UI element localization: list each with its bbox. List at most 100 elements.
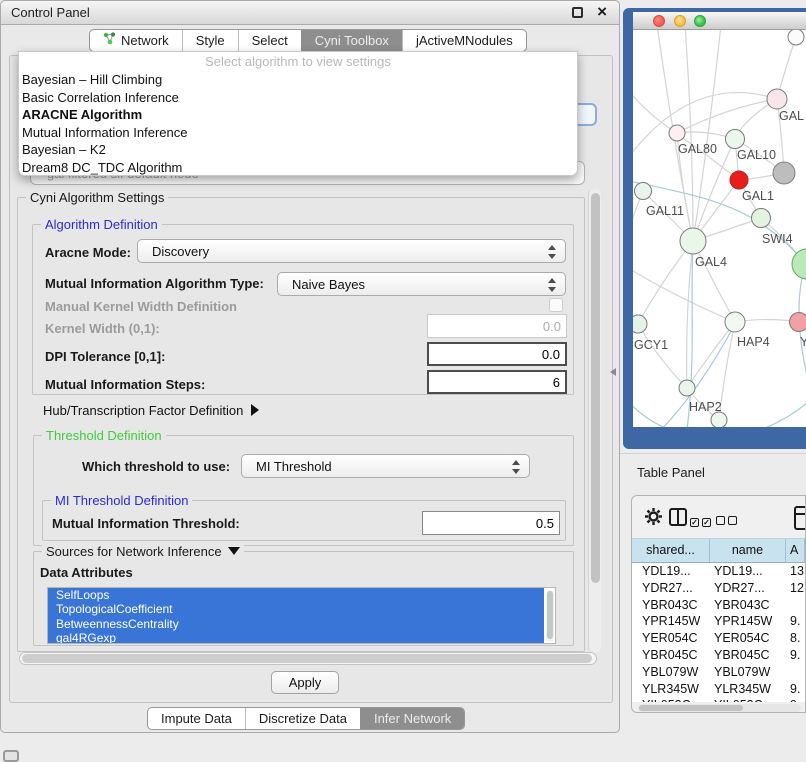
algorithm-option[interactable]: Bayesian – Hill Climbing (19, 71, 577, 89)
table-row[interactable]: YBL079WYBL079W (632, 664, 805, 681)
network-node[interactable] (792, 249, 806, 279)
data-attribute-item[interactable]: BetweennessCentrality (48, 617, 544, 631)
unselect-all-columns-icon[interactable] (716, 512, 737, 530)
apply-button[interactable]: Apply (271, 671, 339, 694)
network-node[interactable] (669, 125, 685, 141)
select-all-columns-icon[interactable]: ✓✓ (690, 512, 711, 530)
close-panel-icon[interactable]: × (597, 2, 607, 22)
settings-vertical-scrollbar[interactable] (588, 189, 601, 653)
sources-group: Sources for Network Inference Data Attri… (33, 551, 574, 646)
mi-threshold-field[interactable] (422, 511, 560, 535)
data-attributes-label: Data Attributes (40, 565, 133, 580)
network-edge[interactable] (685, 30, 693, 241)
network-node[interactable] (680, 228, 706, 254)
column-header-name[interactable]: name (710, 539, 786, 562)
table-row[interactable]: YDL19...YDL19...13 (632, 563, 805, 580)
network-edge[interactable] (638, 324, 687, 388)
table-row[interactable]: YDR27...YDR27...12 (632, 580, 805, 597)
algorithm-option[interactable]: Bayesian – K2 (19, 141, 577, 159)
algorithm-option[interactable]: Dream8 DC_TDC Algorithm (19, 159, 577, 177)
table-row[interactable]: YER054CYER054C8. (632, 630, 805, 647)
network-node[interactable] (730, 171, 748, 189)
table-cell: 9. (786, 613, 805, 630)
network-node[interactable] (773, 162, 795, 184)
mi-type-combo[interactable]: Naive Bayes (277, 272, 566, 296)
data-attribute-item[interactable]: gal4RGexp (48, 631, 544, 644)
algorithm-option[interactable]: Basic Correlation Inference (19, 89, 577, 107)
network-node[interactable] (726, 130, 745, 149)
network-edge[interactable] (633, 268, 735, 322)
panel-collapse-handle[interactable] (610, 368, 616, 376)
mi-steps-field[interactable] (427, 370, 567, 394)
algorithm-option[interactable]: Mutual Information Inference (19, 124, 577, 142)
dpi-tolerance-field[interactable] (427, 342, 567, 366)
network-node[interactable] (633, 315, 647, 333)
network-node[interactable] (752, 209, 771, 228)
table-cell: YBR045C (632, 647, 710, 664)
columns-icon[interactable] (669, 508, 687, 526)
network-node[interactable] (679, 380, 695, 396)
table-cell: YLR345W (632, 681, 710, 698)
network-edge[interactable] (677, 99, 777, 133)
top-tab-bar: Network Style Select Cyni Toolbox jActiv… (89, 29, 527, 52)
which-threshold-combo[interactable]: MI Threshold (241, 454, 530, 478)
table-horizontal-scrollbar[interactable] (638, 704, 801, 712)
cyni-settings-legend: Cyni Algorithm Settings (26, 190, 168, 205)
tab-cyni-toolbox[interactable]: Cyni Toolbox (301, 30, 402, 51)
mi-threshold-legend: MI Threshold Definition (51, 493, 192, 508)
close-window-icon[interactable] (653, 15, 665, 27)
table-row[interactable]: YBR043CYBR043C (632, 597, 805, 614)
tab-discretize-data[interactable]: Discretize Data (245, 708, 360, 729)
kernel-width-label: Kernel Width (0,1): (45, 321, 160, 336)
data-attribute-item[interactable]: TopologicalCoefficient (48, 602, 544, 616)
combo-arrows-icon (547, 245, 556, 259)
network-canvas[interactable]: GALGAL80GAL10GAL1GAL11SWI4GAL4GCY1HAP4YH… (633, 30, 806, 427)
network-node[interactable] (711, 412, 727, 427)
hide-panel-grip[interactable] (3, 750, 19, 762)
tab-network[interactable]: Network (90, 30, 182, 51)
column-header-shared-name[interactable]: shared... (632, 539, 710, 562)
manual-kernel-checkbox[interactable] (549, 298, 563, 312)
table-row[interactable]: YPR145WYPR145W9. (632, 613, 805, 630)
network-edge[interactable] (693, 241, 735, 322)
float-panel-icon[interactable] (572, 7, 583, 18)
new-table-icon[interactable] (794, 506, 806, 530)
table-row[interactable]: YBR045CYBR045C9. (632, 647, 805, 664)
network-edge[interactable] (638, 241, 693, 324)
table-row[interactable]: YIL052CYIL052C9. (632, 697, 805, 702)
table-cell: 12 (786, 580, 805, 597)
table-cell: YBL079W (632, 664, 710, 681)
algorithm-option[interactable]: ARACNE Algorithm (19, 106, 577, 124)
network-node-label: HAP4 (737, 335, 770, 349)
network-node-label: GAL11 (646, 204, 684, 218)
column-header-extra[interactable]: A (786, 539, 805, 562)
data-attribute-item[interactable]: SelfLoops (48, 588, 544, 602)
algorithm-definition-legend: Algorithm Definition (41, 217, 162, 232)
network-edge[interactable] (687, 322, 735, 388)
network-window-titlebar[interactable] (633, 12, 806, 30)
dropdown-placeholder: Select algorithm to view settings (19, 52, 577, 71)
table-cell (786, 597, 805, 614)
hub-definition-toggle[interactable]: Hub/Transcription Factor Definition (43, 403, 259, 418)
network-node[interactable] (635, 183, 652, 200)
network-node[interactable] (767, 89, 787, 109)
attributes-scrollbar[interactable] (546, 590, 554, 642)
network-node-label: GAL80 (678, 142, 717, 156)
network-node[interactable] (725, 312, 745, 332)
minimize-window-icon[interactable] (674, 15, 686, 27)
network-node[interactable] (790, 313, 806, 332)
kernel-width-field[interactable] (427, 314, 567, 338)
table-header-row: shared... name A (632, 538, 805, 563)
tab-impute-data[interactable]: Impute Data (148, 708, 245, 729)
table-row[interactable]: YLR345WYLR345W9. (632, 681, 805, 698)
tab-infer-network[interactable]: Infer Network (360, 708, 464, 729)
tab-style[interactable]: Style (182, 30, 238, 51)
sources-legend: Sources for Network Inference (42, 544, 244, 559)
settings-horizontal-scrollbar[interactable] (19, 652, 597, 665)
tab-select[interactable]: Select (238, 30, 301, 51)
network-node[interactable] (788, 30, 804, 45)
gear-icon[interactable] (644, 507, 663, 531)
zoom-window-icon[interactable] (694, 15, 706, 27)
tab-jactivemnodules[interactable]: jActiveMNodules (402, 30, 526, 51)
aracne-mode-combo[interactable]: Discovery (137, 239, 566, 263)
